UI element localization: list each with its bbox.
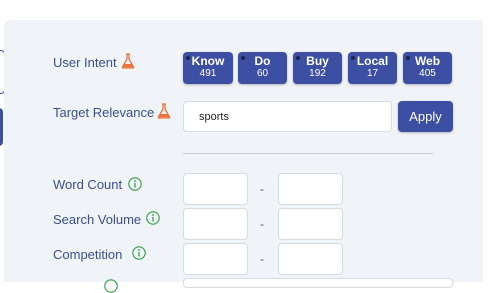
competition-max-input[interactable]: [278, 243, 343, 275]
range-separator: -: [260, 182, 264, 196]
search-volume-max-input[interactable]: [278, 208, 343, 240]
range-separator: -: [260, 217, 264, 231]
info-icon[interactable]: [132, 246, 146, 260]
intent-count: 405: [419, 68, 436, 79]
intent-name: Web: [414, 54, 441, 68]
word-count-label: Word Count: [53, 177, 123, 192]
search-volume-min-input[interactable]: [183, 208, 248, 240]
intent-local-button[interactable]: Local 17: [348, 52, 397, 84]
intent-dot: [351, 56, 355, 60]
next-filter-input[interactable]: [183, 278, 453, 288]
intent-web-button[interactable]: Web 405: [403, 52, 452, 84]
intent-count: 60: [256, 68, 269, 79]
user-intent-label: User Intent: [53, 55, 117, 70]
intent-dot: [406, 56, 410, 60]
competition-label: Competition: [53, 247, 123, 262]
intent-buy-button[interactable]: Buy 192: [293, 52, 342, 84]
word-count-max-input[interactable]: [278, 173, 343, 205]
intent-count: 17: [366, 68, 379, 79]
competition-min-input[interactable]: [183, 243, 248, 275]
intent-dot: [296, 56, 300, 60]
target-relevance-label: Target Relevance: [53, 105, 155, 120]
apply-button[interactable]: Apply: [398, 101, 453, 132]
info-icon[interactable]: [104, 279, 118, 293]
section-divider: [183, 153, 433, 154]
intent-know-button[interactable]: Know 491: [183, 52, 233, 84]
intent-count: 491: [199, 68, 217, 79]
intent-name: Local: [356, 54, 389, 68]
flask-icon: [157, 103, 171, 119]
target-relevance-input[interactable]: sports: [183, 101, 392, 132]
intent-name: Buy: [306, 54, 329, 68]
side-tab-active[interactable]: [0, 108, 3, 146]
info-icon[interactable]: [146, 211, 160, 225]
range-separator: -: [260, 252, 264, 266]
intent-dot: [186, 56, 190, 60]
search-volume-label: Search Volume: [53, 212, 142, 227]
intent-name: Know: [191, 54, 225, 68]
info-icon[interactable]: [128, 177, 142, 191]
intent-count: 192: [309, 68, 326, 79]
intent-do-button[interactable]: Do 60: [238, 52, 287, 84]
word-count-min-input[interactable]: [183, 173, 248, 205]
intent-name: Do: [254, 54, 271, 68]
flask-icon: [121, 53, 135, 69]
panel-right-gutter: [483, 20, 501, 282]
intent-dot: [241, 56, 245, 60]
